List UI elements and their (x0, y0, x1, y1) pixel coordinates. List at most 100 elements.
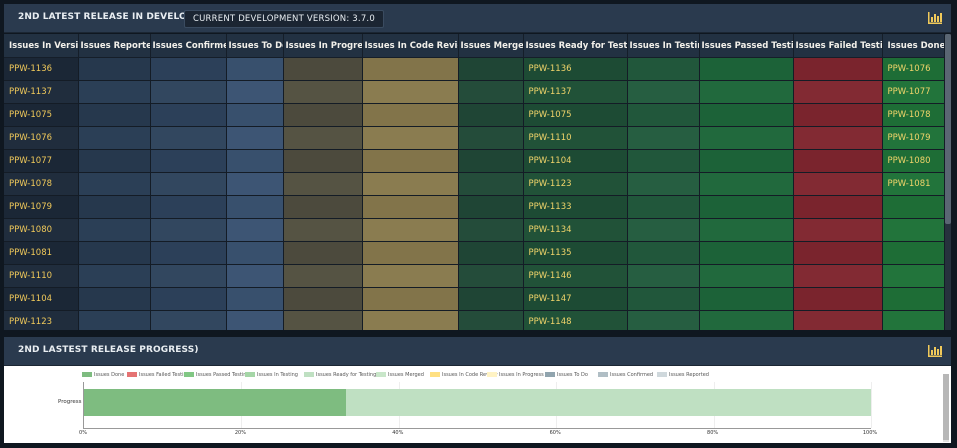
legend-label: Issues In Testing (257, 372, 298, 378)
table-cell (458, 218, 524, 242)
legend-label: Issues Reported (669, 372, 709, 378)
column-header[interactable]: Issues Ready for Testing (523, 34, 628, 58)
bar-segment[interactable] (346, 389, 871, 416)
issue-link[interactable]: PPW-1104 (523, 149, 628, 173)
issue-link[interactable]: PPW-1077 (4, 149, 79, 173)
issue-link[interactable]: PPW-1081 (4, 241, 79, 265)
legend-label: Issues Done (94, 372, 125, 378)
table-cell (150, 126, 227, 150)
table-cell (699, 287, 794, 311)
table-row: PPW-1079 PPW-1133 (4, 195, 945, 219)
x-tick-label: 80% (707, 430, 719, 436)
table-cell (627, 172, 700, 196)
issue-link[interactable]: PPW-1123 (523, 172, 628, 196)
table-row: PPW-1080 PPW-1134 (4, 218, 945, 242)
issue-link[interactable]: PPW-1078 (882, 103, 945, 127)
table-cell (458, 103, 524, 127)
issue-link[interactable]: PPW-1136 (4, 57, 79, 81)
issue-link[interactable]: PPW-1123 (4, 310, 79, 330)
table-cell (78, 195, 151, 219)
issue-link[interactable]: PPW-1075 (4, 103, 79, 127)
issue-link[interactable]: PPW-1146 (523, 264, 628, 288)
column-header[interactable]: Issues In Progress (283, 34, 363, 58)
table-cell (226, 80, 284, 104)
column-header[interactable]: Issues To Do (226, 34, 284, 58)
issue-link[interactable]: PPW-1110 (523, 126, 628, 150)
table-cell (226, 218, 284, 242)
legend-label: Issues Merged (388, 372, 424, 378)
column-header[interactable]: Issues In Testing (627, 34, 700, 58)
table-cell (226, 57, 284, 81)
table-cell (627, 149, 700, 173)
legend-item[interactable]: Issues In Progress (487, 371, 544, 381)
issue-link[interactable]: PPW-1148 (523, 310, 628, 330)
table-cell (362, 195, 459, 219)
legend-item[interactable]: Issues In Testing (245, 371, 298, 381)
table-cell (78, 264, 151, 288)
issue-link[interactable]: PPW-1136 (523, 57, 628, 81)
issue-link[interactable]: PPW-1080 (882, 149, 945, 173)
issue-link[interactable]: PPW-1110 (4, 264, 79, 288)
legend-item[interactable]: Issues Confirmed (598, 371, 653, 381)
legend-item[interactable]: Issues Ready for Testing (304, 371, 376, 381)
issue-link[interactable]: PPW-1079 (882, 126, 945, 150)
table-cell (458, 195, 524, 219)
table-cell (226, 149, 284, 173)
release-panel-header: 2ND LATEST RELEASE IN DEVELOPMENT CURREN… (4, 4, 951, 33)
bar-chart-icon[interactable] (927, 344, 943, 358)
bar-chart-icon[interactable] (927, 11, 943, 25)
issue-link[interactable]: PPW-1076 (882, 57, 945, 81)
table-cell (627, 218, 700, 242)
legend-label: Issues To Do (557, 372, 588, 378)
chart-scrollbar[interactable] (943, 374, 949, 442)
legend-swatch (245, 372, 255, 377)
issue-link[interactable]: PPW-1134 (523, 218, 628, 242)
table-cell (699, 149, 794, 173)
table-cell (150, 218, 227, 242)
table-cell (458, 149, 524, 173)
issue-link[interactable]: PPW-1075 (523, 103, 628, 127)
current-version-badge: CURRENT DEVELOPMENT VERSION: 3.7.0 (184, 10, 384, 28)
table-scrollbar-thumb[interactable] (945, 34, 951, 224)
issue-link[interactable]: PPW-1137 (4, 80, 79, 104)
issue-link[interactable]: PPW-1081 (882, 172, 945, 196)
column-header[interactable]: Issues Confirmed (150, 34, 227, 58)
chart-scrollbar-thumb[interactable] (943, 374, 949, 440)
column-header[interactable]: Issues In Code Review (362, 34, 459, 58)
table-row: PPW-1123 PPW-1148 (4, 310, 945, 330)
issue-link[interactable]: PPW-1137 (523, 80, 628, 104)
column-header[interactable]: Issues Failed Testing (793, 34, 883, 58)
legend-item[interactable]: Issues Reported (657, 371, 709, 381)
column-header[interactable]: Issues Passed Testing (699, 34, 794, 58)
table-scrollbar[interactable] (945, 34, 951, 330)
column-header[interactable]: Issues In Version (4, 34, 79, 58)
table-cell (150, 172, 227, 196)
issue-link[interactable]: PPW-1077 (882, 80, 945, 104)
table-cell (458, 57, 524, 81)
issue-link[interactable]: PPW-1104 (4, 287, 79, 311)
issues-table-container[interactable]: Issues In VersionIssues ReportedIssues C… (4, 34, 951, 330)
legend-item[interactable]: Issues Done (82, 371, 124, 381)
issue-link[interactable]: PPW-1133 (523, 195, 628, 219)
bar-segment[interactable] (84, 389, 347, 416)
table-cell (699, 241, 794, 265)
issue-link[interactable]: PPW-1079 (4, 195, 79, 219)
table-cell (627, 57, 700, 81)
issue-link[interactable]: PPW-1147 (523, 287, 628, 311)
issue-link[interactable]: PPW-1076 (4, 126, 79, 150)
legend-item[interactable]: Issues Merged (376, 371, 424, 381)
column-header[interactable]: Issues Merged (458, 34, 524, 58)
column-header[interactable]: Issues Reported (78, 34, 151, 58)
issue-link[interactable]: PPW-1078 (4, 172, 79, 196)
issue-link[interactable]: PPW-1135 (523, 241, 628, 265)
table-row: PPW-1104 PPW-1147 (4, 287, 945, 311)
legend-item[interactable]: Issues Passed Testing (184, 371, 250, 381)
table-cell (362, 149, 459, 173)
issue-link[interactable]: PPW-1080 (4, 218, 79, 242)
legend-item[interactable]: Issues To Do (545, 371, 588, 381)
table-cell (793, 218, 883, 242)
table-row: PPW-1137 PPW-1137 PPW-1077 (4, 80, 945, 104)
column-header[interactable]: Issues Done (882, 34, 945, 58)
legend-item[interactable]: Issues Failed Testing (127, 371, 190, 381)
table-cell (699, 310, 794, 330)
